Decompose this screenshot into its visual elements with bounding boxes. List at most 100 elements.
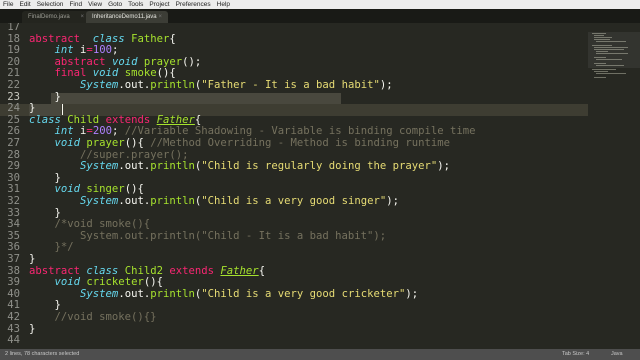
code-token: System	[80, 160, 119, 173]
menu-project[interactable]: Project	[146, 0, 172, 9]
code-line: }	[29, 322, 36, 336]
tab-inheritancedemo11[interactable]: InheritanceDemo11.java ×	[86, 11, 168, 23]
menu-edit[interactable]: Edit	[16, 0, 33, 9]
close-icon[interactable]: ×	[80, 11, 84, 23]
code-token: singer	[86, 183, 125, 196]
tab-size-selector[interactable]: Tab Size: 4	[562, 349, 589, 360]
code-token: int	[54, 44, 74, 57]
code-token: Father	[156, 113, 195, 126]
line-number: 17	[7, 23, 20, 33]
code-token: void	[54, 183, 81, 196]
code-token: "Child is a very good singer"	[201, 195, 387, 207]
code-token: class	[86, 264, 119, 277]
code-token: ;	[111, 125, 125, 138]
code-token: void	[111, 55, 138, 68]
code-token: (){	[143, 276, 163, 289]
code-token: extends	[169, 264, 215, 277]
line-number: 37	[7, 253, 20, 265]
code-token: class	[92, 32, 125, 45]
code-token: System.out.println("Child - It is a bad …	[29, 229, 387, 242]
tab-bar: FinalDemo.java × InheritanceDemo11.java …	[0, 9, 640, 23]
code-token: //Variable Shadowing - Variable is bindi…	[124, 125, 476, 138]
code-token: .out.	[118, 287, 151, 300]
code-editor[interactable]: 17 18 abstract class Father{19 int i=100; 2…	[0, 23, 588, 349]
code-token: System	[80, 195, 119, 207]
code-token: .out.	[118, 79, 151, 91]
code-token: void	[54, 276, 81, 289]
code-token: println	[150, 287, 195, 300]
code-token: i	[73, 125, 87, 138]
line-number: 42	[7, 311, 20, 323]
code-token: Child2	[124, 264, 163, 277]
menu-bar: File Edit Selection Find View Goto Tools Projec…	[0, 0, 640, 9]
code-token: {	[169, 32, 176, 45]
code-token: System	[80, 79, 119, 91]
code-token: cricketer	[86, 276, 144, 289]
code-token: (){	[124, 183, 144, 196]
code-token: }	[29, 322, 36, 335]
menu-find[interactable]: Find	[66, 0, 85, 9]
code-token: "Child is a very good cricketer"	[201, 287, 406, 300]
tab-label: InheritanceDemo11.java	[92, 14, 157, 20]
code-token: );	[386, 195, 399, 207]
code-token: //void smoke(){}	[54, 311, 157, 323]
code-line: System.out.println("Father - It is a bad…	[29, 79, 393, 92]
menu-file[interactable]: File	[0, 0, 16, 9]
code-line: System.out.println("Child is regularly d…	[29, 160, 450, 173]
code-token: //Method Overriding - Method is binding …	[150, 137, 450, 149]
syntax-selector[interactable]: Java	[611, 349, 623, 360]
code-token: i	[73, 44, 87, 57]
code-token: println	[150, 160, 195, 173]
code-token: .out.	[118, 160, 151, 173]
menu-preferences[interactable]: Preferences	[173, 0, 214, 9]
code-token: (){	[124, 137, 151, 149]
code-token: prayer	[86, 137, 125, 149]
code-token: ;	[111, 44, 119, 57]
tab-finaldemo[interactable]: FinalDemo.java ×	[22, 11, 90, 23]
line-number: 44	[7, 334, 20, 347]
code-token: ();	[182, 55, 202, 68]
code-line: System.out.println("Child - It is a bad …	[29, 229, 387, 243]
code-token: void	[92, 67, 119, 80]
code-token: }	[29, 299, 61, 312]
code-token: }	[29, 90, 61, 103]
menu-tools[interactable]: Tools	[125, 0, 146, 9]
minimap[interactable]	[588, 23, 640, 349]
selection-highlight	[51, 92, 341, 105]
code-token: );	[379, 79, 393, 91]
code-token: Child	[67, 113, 100, 126]
code-token: "Father - It is a bad habit"	[201, 79, 380, 91]
code-line: //void smoke(){}	[29, 311, 157, 324]
code-token: extends	[105, 113, 151, 126]
code-token: }	[29, 171, 61, 184]
code-token: }*/	[29, 241, 74, 254]
menu-help[interactable]: Help	[214, 0, 233, 9]
code-token: abstract	[29, 32, 81, 45]
code-token: println	[150, 195, 195, 207]
code-token: .out.	[118, 195, 151, 207]
code-token: (){	[156, 67, 176, 80]
code-token: Father	[220, 264, 259, 277]
menu-view[interactable]: View	[85, 0, 105, 9]
code-token: abstract	[29, 264, 81, 277]
line-number: 32	[7, 195, 20, 207]
code-token: }	[29, 102, 36, 115]
minimap-viewport[interactable]	[588, 32, 640, 68]
tab-label: FinalDemo.java	[28, 14, 70, 20]
close-icon[interactable]: ×	[158, 11, 162, 23]
menu-goto[interactable]: Goto	[105, 0, 125, 9]
menu-selection[interactable]: Selection	[34, 0, 67, 9]
code-token: );	[405, 287, 419, 300]
